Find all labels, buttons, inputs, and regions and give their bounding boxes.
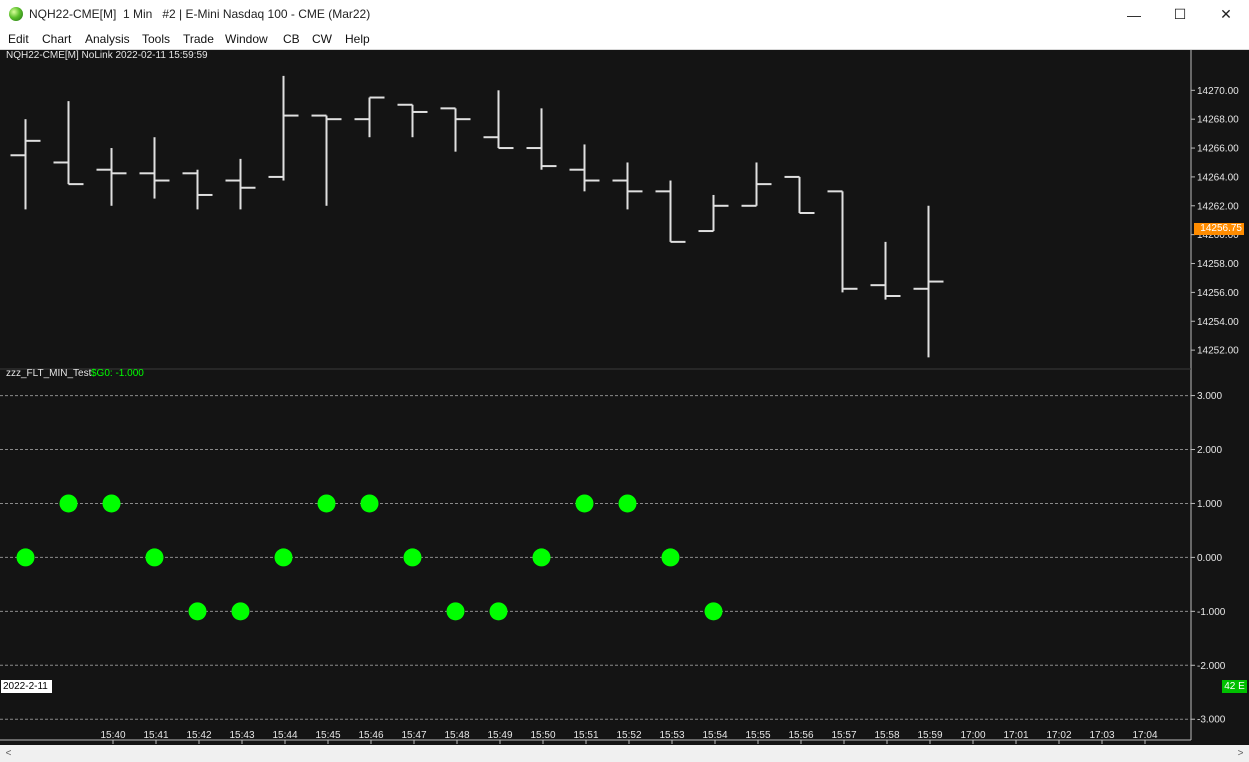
price-tick-label: 14258.00	[1197, 259, 1239, 270]
time-tick-label: 15:40	[100, 730, 125, 741]
indicator-dot	[16, 548, 35, 567]
time-tick-label: 15:51	[573, 730, 598, 741]
chart-area[interactable]: 14252.00 14254.00 14256.00 14258.00 14260.00…	[0, 50, 1249, 762]
indicator-dot	[618, 494, 637, 513]
menu-cb[interactable]: CB	[283, 32, 300, 46]
horizontal-scrollbar[interactable]: < >	[0, 745, 1249, 762]
time-tick-label: 17:03	[1089, 730, 1114, 741]
indicator-dot	[489, 602, 508, 621]
price-tick-label: 14270.00	[1197, 86, 1239, 97]
time-tick-label: 15:43	[229, 730, 254, 741]
time-tick-label: 15:54	[702, 730, 727, 741]
globe-icon	[9, 7, 23, 21]
price-tick-label: 14252.00	[1197, 346, 1239, 357]
indicator-dot	[102, 494, 121, 513]
time-tick-label: 15:55	[745, 730, 770, 741]
scroll-right-arrow-icon[interactable]: >	[1232, 745, 1249, 762]
price-tick-label: 14266.00	[1197, 144, 1239, 155]
indicator-tick-label: 3.000	[1197, 391, 1222, 402]
indicator-tick-label: 0.000	[1197, 553, 1222, 564]
indicator-tick-label: -2.000	[1197, 661, 1226, 672]
time-tick-label: 17:00	[960, 730, 985, 741]
indicator-tick-label: -3.000	[1197, 715, 1226, 726]
time-tick-label: 17:04	[1132, 730, 1157, 741]
close-button[interactable]: ✕	[1203, 0, 1249, 29]
indicator-dot	[231, 602, 250, 621]
indicator-name: zzz_FLT_MIN_Test	[6, 368, 92, 379]
window-title: NQH22-CME[M] 1 Min #2 | E-Mini Nasdaq 10…	[29, 7, 371, 21]
indicator-dot	[59, 494, 78, 513]
time-tick-label: 15:41	[143, 730, 168, 741]
price-tick-label: 14262.00	[1197, 201, 1239, 212]
menu-edit[interactable]: Edit	[8, 32, 29, 46]
indicator-dot	[661, 548, 680, 567]
last-price-badge: 14256.75	[1194, 223, 1244, 235]
time-tick-label: 17:02	[1046, 730, 1071, 741]
time-tick-label: 15:58	[874, 730, 899, 741]
time-tick-label: 15:44	[272, 730, 297, 741]
time-tick-label: 15:56	[788, 730, 813, 741]
indicator-dot	[274, 548, 293, 567]
time-tick-label: 15:42	[186, 730, 211, 741]
menu-analysis[interactable]: Analysis	[85, 32, 130, 46]
indicator-tick-label: 2.000	[1197, 445, 1222, 456]
time-tick-label: 15:50	[530, 730, 555, 741]
indicator-dot	[704, 602, 723, 621]
indicator-dot	[145, 548, 164, 567]
time-tick-label: 15:48	[444, 730, 469, 741]
price-tick-label: 14268.00	[1197, 115, 1239, 126]
time-tick-label: 17:01	[1003, 730, 1028, 741]
time-tick-label: 15:52	[616, 730, 641, 741]
time-tick-label: 15:45	[315, 730, 340, 741]
indicator-dot	[446, 602, 465, 621]
date-label: 2022-2-11	[1, 680, 52, 693]
indicator-dot	[360, 494, 379, 513]
indicator-dot	[575, 494, 594, 513]
menu-chart[interactable]: Chart	[42, 32, 71, 46]
chart-canvas[interactable]: 14252.0014254.0014256.0014258.0014260.00…	[0, 50, 1249, 762]
indicator-dot	[403, 548, 422, 567]
menu-trade[interactable]: Trade	[183, 32, 214, 46]
menu-help[interactable]: Help	[345, 32, 370, 46]
menu-window[interactable]: Window	[225, 32, 268, 46]
price-pane-header: NQH22-CME[M] NoLink 2022-02-11 15:59:59	[6, 50, 208, 61]
indicator-dot	[188, 602, 207, 621]
time-tick-label: 15:53	[659, 730, 684, 741]
menu-cw[interactable]: CW	[312, 32, 332, 46]
indicator-tick-label: -1.000	[1197, 607, 1226, 618]
bars-count-badge: 42 E	[1222, 680, 1247, 693]
indicator-tick-label: 1.000	[1197, 499, 1222, 510]
menu-tools[interactable]: Tools	[142, 32, 170, 46]
maximize-button[interactable]: ☐	[1157, 0, 1203, 29]
indicator-dot	[532, 548, 551, 567]
time-tick-label: 15:57	[831, 730, 856, 741]
minimize-button[interactable]: —	[1111, 0, 1157, 29]
time-tick-label: 15:59	[917, 730, 942, 741]
scroll-left-arrow-icon[interactable]: <	[0, 745, 17, 762]
time-tick-label: 15:46	[358, 730, 383, 741]
chart-window: NQH22-CME[M] 1 Min #2 | E-Mini Nasdaq 10…	[0, 0, 1249, 762]
price-tick-label: 14264.00	[1197, 172, 1239, 183]
indicator-value: $G0: -1.000	[91, 368, 144, 379]
indicator-dot	[317, 494, 336, 513]
menu-bar: Edit Chart Analysis Tools Trade Window C…	[0, 29, 1249, 50]
title-bar[interactable]: NQH22-CME[M] 1 Min #2 | E-Mini Nasdaq 10…	[0, 0, 1249, 29]
time-tick-label: 15:47	[401, 730, 426, 741]
price-tick-label: 14256.00	[1197, 288, 1239, 299]
time-tick-label: 15:49	[487, 730, 512, 741]
price-tick-label: 14254.00	[1197, 317, 1239, 328]
